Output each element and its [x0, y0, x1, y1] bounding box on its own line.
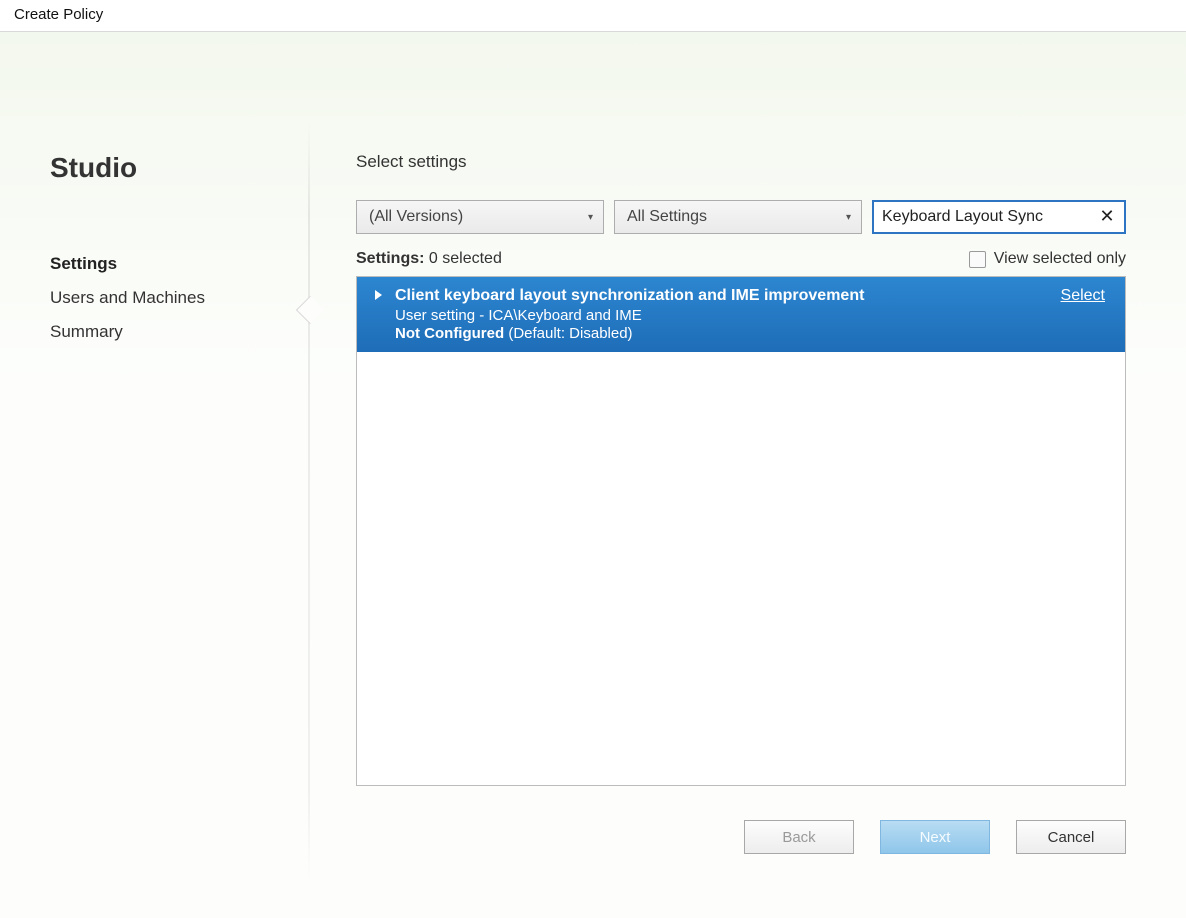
versions-dropdown[interactable]: (All Versions) ▾ — [356, 200, 604, 234]
clear-search-icon[interactable]: ✕ — [1096, 206, 1118, 228]
wizard-step-users-machines[interactable]: Users and Machines — [50, 288, 310, 308]
settings-list[interactable]: Client keyboard layout synchronization a… — [356, 276, 1126, 786]
view-selected-only-checkbox[interactable]: View selected only — [969, 250, 1126, 268]
search-input[interactable] — [882, 208, 1096, 226]
wizard-button-row: Back Next Cancel — [356, 820, 1126, 854]
setting-title: Client keyboard layout synchronization a… — [395, 287, 864, 305]
chevron-down-icon: ▾ — [846, 212, 851, 223]
cancel-button[interactable]: Cancel — [1016, 820, 1126, 854]
filter-row: (All Versions) ▾ All Settings ▾ ✕ — [356, 200, 1126, 234]
setting-row[interactable]: Client keyboard layout synchronization a… — [357, 277, 1125, 352]
versions-dropdown-value: (All Versions) — [369, 208, 463, 226]
window-title: Create Policy — [0, 0, 1186, 32]
chevron-down-icon: ▾ — [588, 212, 593, 223]
wizard-step-summary[interactable]: Summary — [50, 322, 310, 342]
workarea: Studio Settings Users and Machines Summa… — [0, 32, 1186, 918]
select-link[interactable]: Select — [1061, 287, 1105, 305]
setting-subtitle: User setting - ICA\Keyboard and IME — [395, 307, 1105, 324]
setting-state: Not Configured (Default: Disabled) — [395, 325, 1105, 342]
back-button[interactable]: Back — [744, 820, 854, 854]
settings-count-value: 0 selected — [429, 250, 502, 267]
wizard-step-settings[interactable]: Settings — [50, 254, 310, 274]
counter-row: Settings: 0 selected View selected only — [356, 250, 1126, 268]
wizard-sidebar: Studio Settings Users and Machines Summa… — [0, 32, 310, 918]
categories-dropdown[interactable]: All Settings ▾ — [614, 200, 862, 234]
view-selected-only-label: View selected only — [994, 250, 1126, 268]
expand-triangle-icon[interactable] — [375, 290, 382, 300]
page-title: Select settings — [356, 152, 1126, 172]
next-button[interactable]: Next — [880, 820, 990, 854]
settings-count-label: Settings: — [356, 250, 424, 267]
app-heading: Studio — [50, 152, 310, 184]
main-panel: Select settings (All Versions) ▾ All Set… — [310, 32, 1186, 918]
checkbox-box — [969, 251, 986, 268]
categories-dropdown-value: All Settings — [627, 208, 707, 226]
search-box[interactable]: ✕ — [872, 200, 1126, 234]
